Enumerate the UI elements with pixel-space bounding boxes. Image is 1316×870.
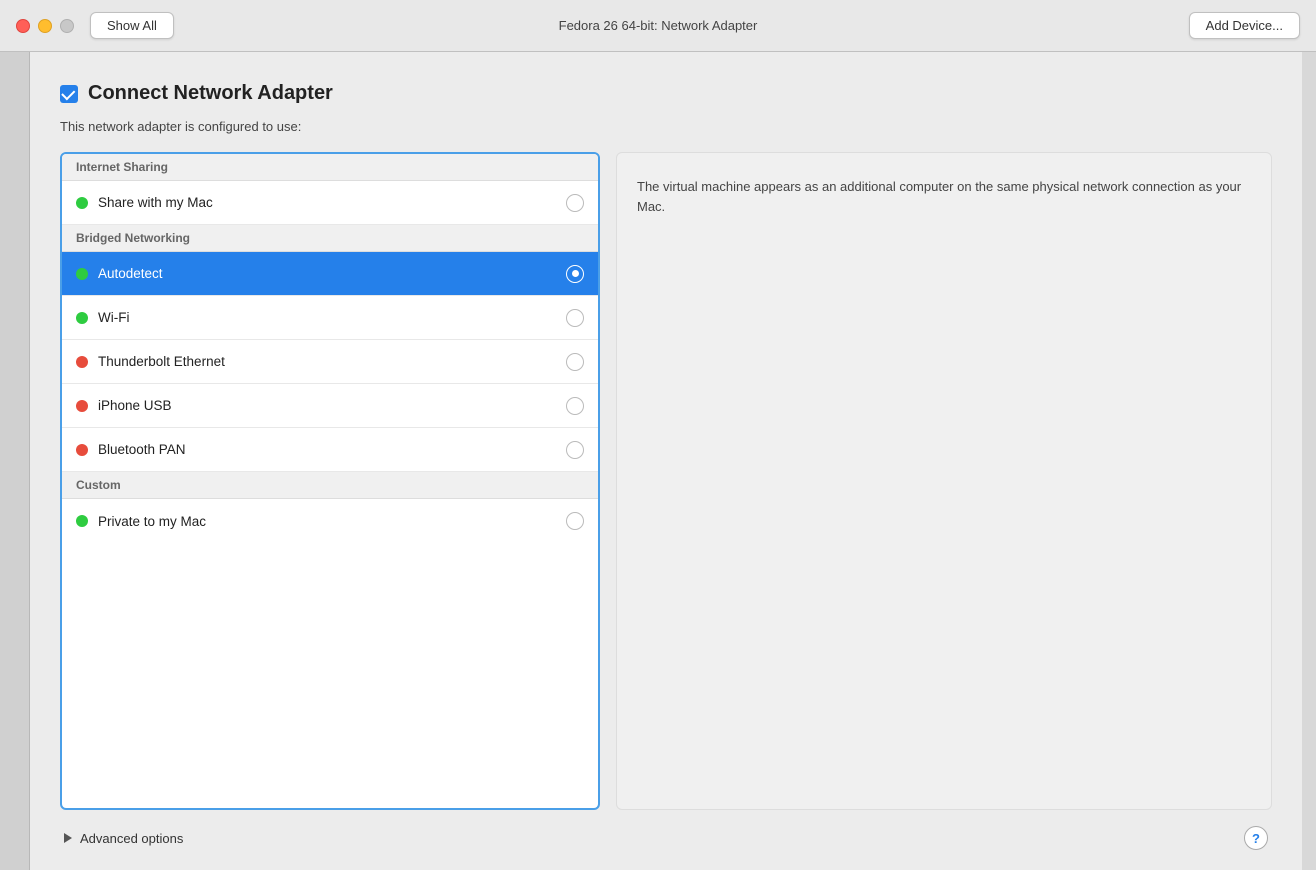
maximize-button[interactable] bbox=[60, 19, 74, 33]
group-header-custom: Custom bbox=[62, 472, 598, 499]
add-device-button[interactable]: Add Device... bbox=[1189, 12, 1300, 39]
advanced-options-label: Advanced options bbox=[80, 831, 183, 846]
triangle-icon bbox=[64, 833, 72, 843]
close-button[interactable] bbox=[16, 19, 30, 33]
list-item-share-my-mac[interactable]: Share with my Mac bbox=[62, 181, 598, 225]
list-item-bluetooth-pan[interactable]: Bluetooth PAN bbox=[62, 428, 598, 472]
show-all-button[interactable]: Show All bbox=[90, 12, 174, 39]
item-label-autodetect: Autodetect bbox=[98, 266, 566, 281]
radio-share-my-mac[interactable] bbox=[566, 194, 584, 212]
right-strip bbox=[1302, 52, 1316, 870]
radio-private-mac[interactable] bbox=[566, 512, 584, 530]
bottom-row: Advanced options ? bbox=[60, 826, 1272, 850]
sidebar-strip bbox=[0, 52, 30, 870]
item-label-bluetooth-pan: Bluetooth PAN bbox=[98, 442, 566, 457]
status-dot-autodetect bbox=[76, 268, 88, 280]
network-list-panel: Internet Sharing Share with my Mac Bridg… bbox=[60, 152, 600, 810]
status-dot-thunderbolt bbox=[76, 356, 88, 368]
item-label-share-my-mac: Share with my Mac bbox=[98, 195, 566, 210]
status-dot-wifi bbox=[76, 312, 88, 324]
item-label-iphone-usb: iPhone USB bbox=[98, 398, 566, 413]
info-panel: The virtual machine appears as an additi… bbox=[616, 152, 1272, 810]
status-dot-iphone-usb bbox=[76, 400, 88, 412]
traffic-lights bbox=[16, 19, 74, 33]
group-header-internet-sharing: Internet Sharing bbox=[62, 154, 598, 181]
two-col-layout: Internet Sharing Share with my Mac Bridg… bbox=[60, 152, 1272, 810]
status-dot-private-mac bbox=[76, 515, 88, 527]
radio-thunderbolt[interactable] bbox=[566, 353, 584, 371]
radio-wifi[interactable] bbox=[566, 309, 584, 327]
window-title: Fedora 26 64-bit: Network Adapter bbox=[559, 18, 758, 33]
group-header-bridged: Bridged Networking bbox=[62, 225, 598, 252]
radio-bluetooth-pan[interactable] bbox=[566, 441, 584, 459]
radio-autodetect[interactable] bbox=[566, 265, 584, 283]
list-item-thunderbolt[interactable]: Thunderbolt Ethernet bbox=[62, 340, 598, 384]
minimize-button[interactable] bbox=[38, 19, 52, 33]
radio-iphone-usb[interactable] bbox=[566, 397, 584, 415]
list-item-autodetect[interactable]: Autodetect bbox=[62, 252, 598, 296]
help-button[interactable]: ? bbox=[1244, 826, 1268, 850]
window: Show All Fedora 26 64-bit: Network Adapt… bbox=[0, 0, 1316, 870]
header-row: Connect Network Adapter bbox=[60, 82, 1272, 105]
item-label-thunderbolt: Thunderbolt Ethernet bbox=[98, 354, 566, 369]
main-content: Connect Network Adapter This network ada… bbox=[30, 52, 1302, 870]
item-label-wifi: Wi-Fi bbox=[98, 310, 566, 325]
list-item-private-mac[interactable]: Private to my Mac bbox=[62, 499, 598, 543]
status-dot-green bbox=[76, 197, 88, 209]
item-label-private-mac: Private to my Mac bbox=[98, 514, 566, 529]
list-item-wifi[interactable]: Wi-Fi bbox=[62, 296, 598, 340]
advanced-options-button[interactable]: Advanced options bbox=[64, 831, 183, 846]
subtitle-text: This network adapter is configured to us… bbox=[60, 119, 1272, 134]
status-dot-bluetooth-pan bbox=[76, 444, 88, 456]
connect-checkbox[interactable] bbox=[60, 85, 78, 103]
info-description: The virtual machine appears as an additi… bbox=[637, 179, 1241, 214]
page-title: Connect Network Adapter bbox=[88, 82, 333, 105]
titlebar: Show All Fedora 26 64-bit: Network Adapt… bbox=[0, 0, 1316, 52]
list-item-iphone-usb[interactable]: iPhone USB bbox=[62, 384, 598, 428]
